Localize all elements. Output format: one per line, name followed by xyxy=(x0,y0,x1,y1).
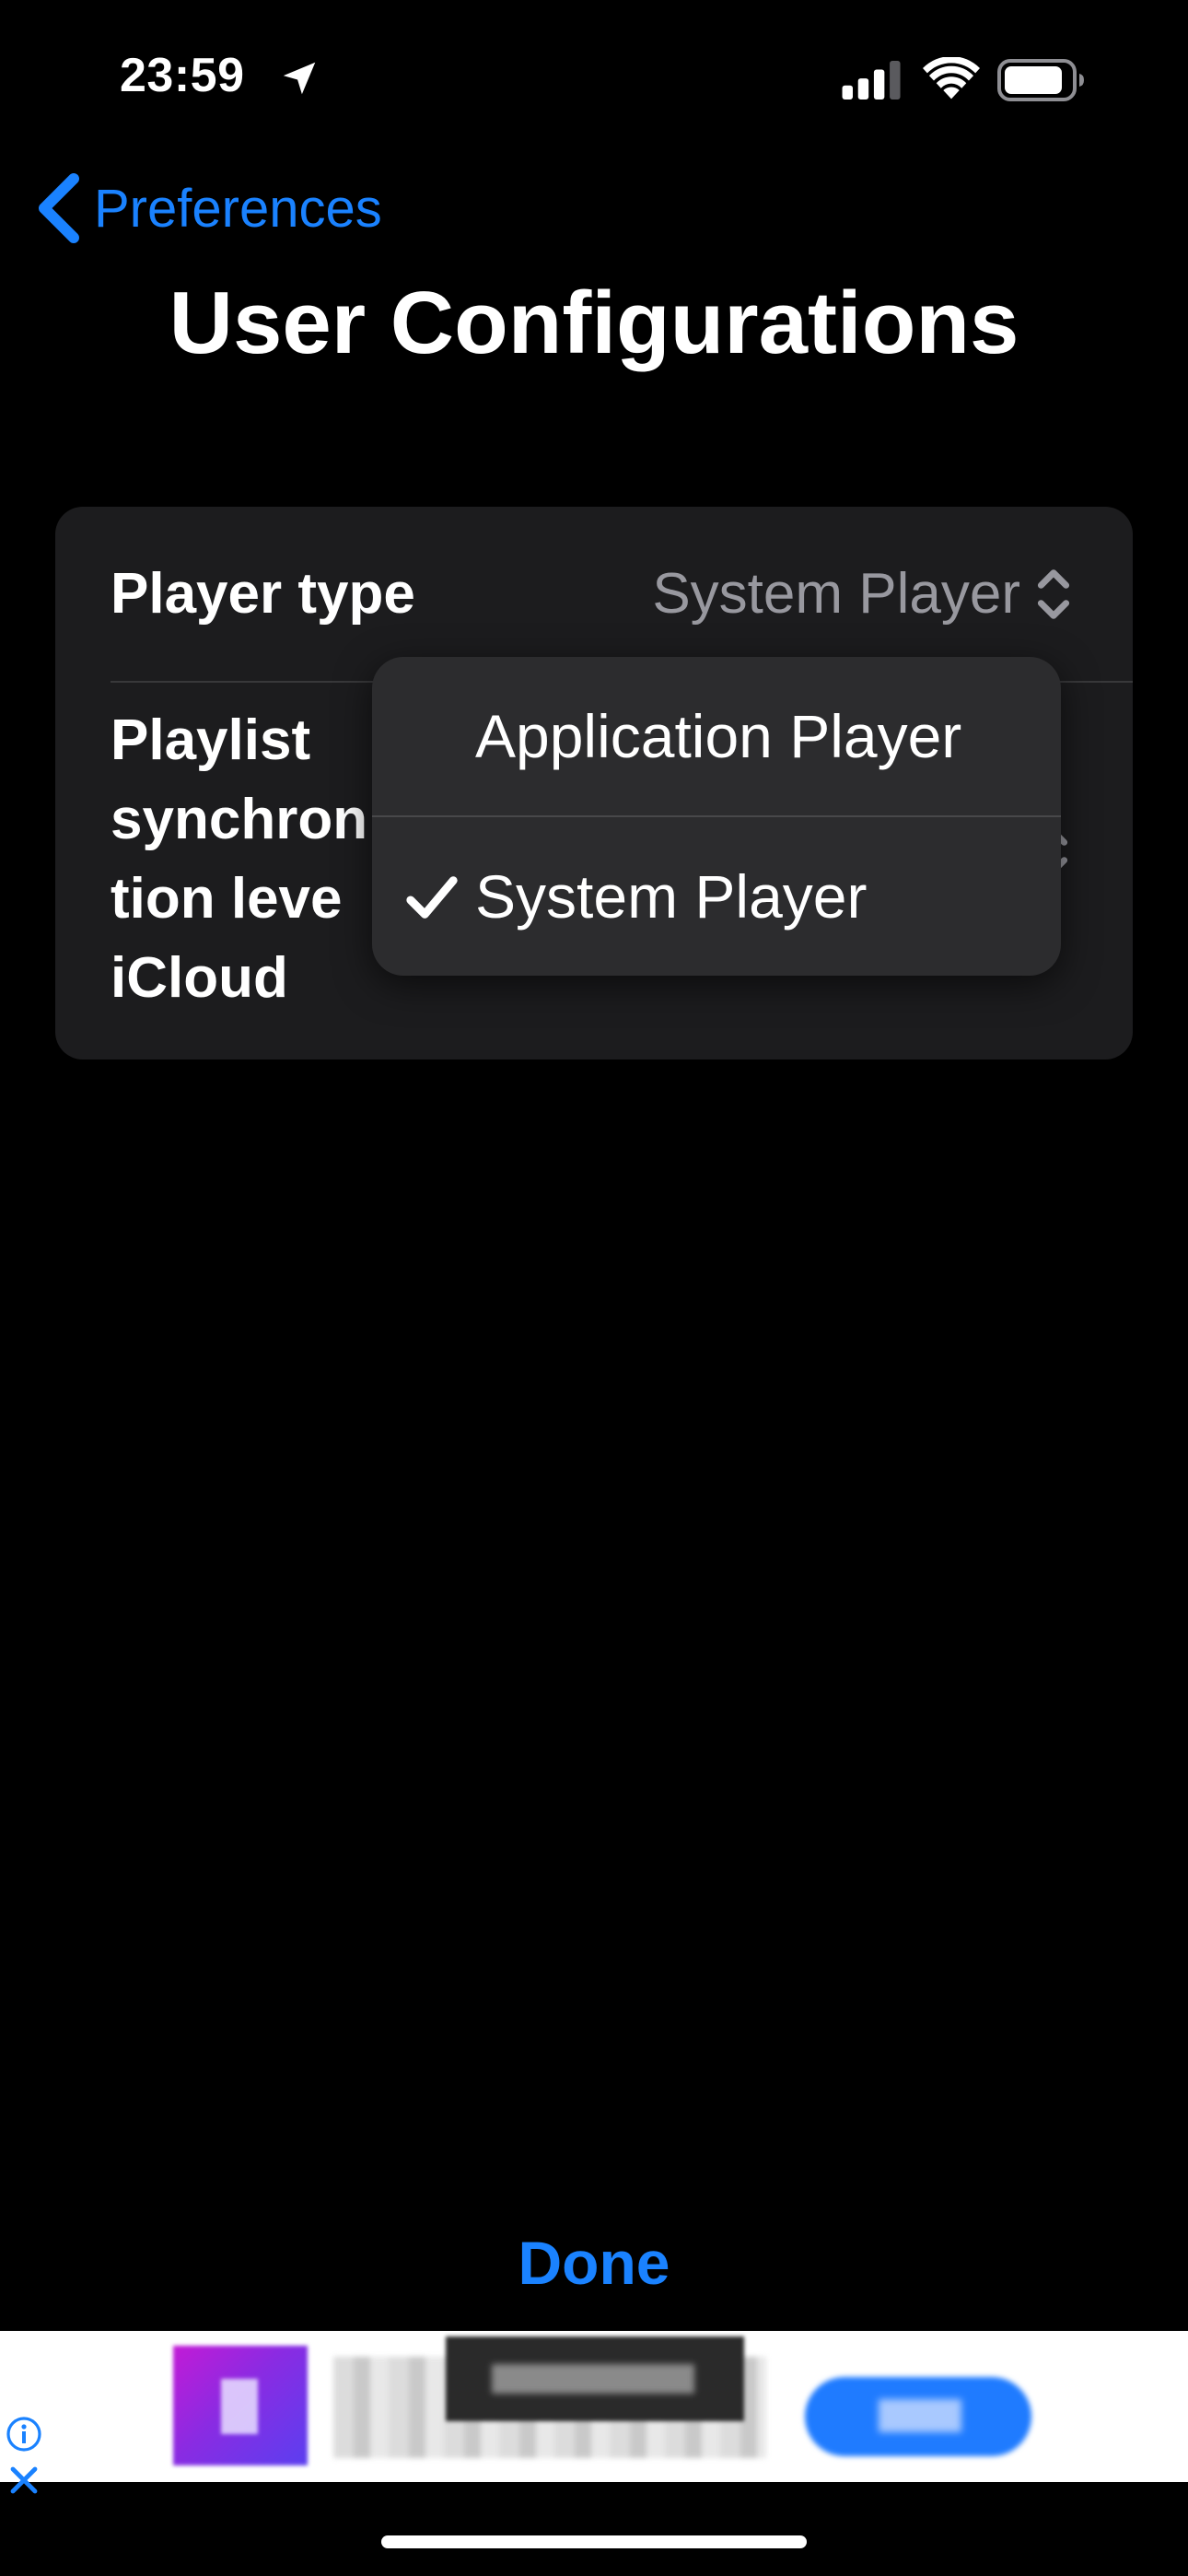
menu-item-label: Application Player xyxy=(475,702,962,770)
ad-headline xyxy=(446,2336,744,2421)
player-type-row[interactable]: Player type System Player xyxy=(55,507,1133,682)
battery-icon xyxy=(997,59,1084,101)
done-button[interactable]: Done xyxy=(0,2228,1188,2298)
back-button[interactable]: Preferences xyxy=(33,171,382,245)
ad-app-icon[interactable] xyxy=(173,2346,308,2465)
location-icon xyxy=(283,62,316,95)
player-type-value: System Player xyxy=(652,562,1020,626)
chevron-left-icon xyxy=(39,173,79,243)
chevron-up-down-icon xyxy=(1037,569,1070,619)
home-indicator xyxy=(381,2535,807,2548)
player-type-menu: Application Player System Player xyxy=(372,657,1061,976)
player-type-label: Player type xyxy=(111,562,415,626)
checkmark-icon xyxy=(406,876,458,919)
menu-item-application-player[interactable]: Application Player xyxy=(372,657,1061,815)
back-label: Preferences xyxy=(94,178,382,239)
close-icon[interactable] xyxy=(7,2464,41,2497)
status-bar: 23:59 xyxy=(0,0,1188,157)
screen: 23:59 Preferences User Configurations Pl… xyxy=(0,0,1188,2576)
player-type-picker[interactable]: System Player xyxy=(652,555,1074,634)
status-time: 23:59 xyxy=(120,49,245,102)
menu-item-system-player[interactable]: System Player xyxy=(372,817,1061,976)
ad-banner[interactable] xyxy=(0,2331,1188,2494)
wifi-icon xyxy=(923,57,980,100)
menu-item-label: System Player xyxy=(475,862,868,931)
page-title: User Configurations xyxy=(169,274,1019,372)
info-icon[interactable] xyxy=(6,2416,42,2453)
signal-icon xyxy=(842,61,901,100)
ad-cta-button[interactable] xyxy=(805,2377,1031,2456)
